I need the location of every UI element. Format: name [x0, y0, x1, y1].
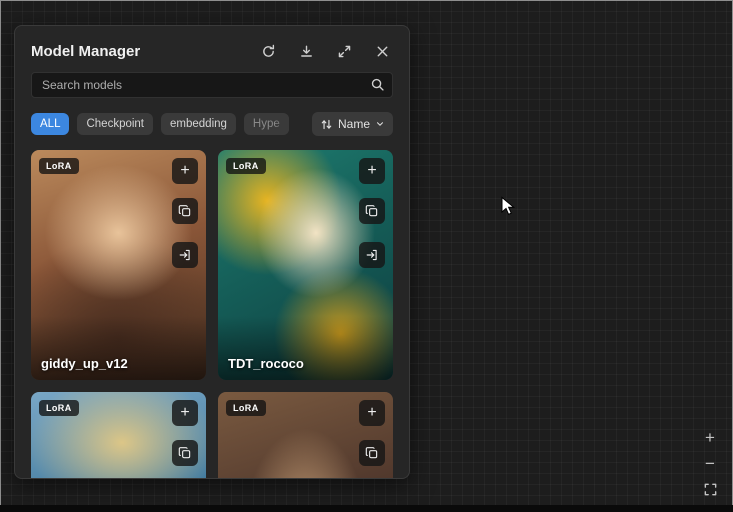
search-input[interactable]	[31, 72, 393, 98]
filter-chip-all[interactable]: ALL	[31, 113, 69, 135]
mouse-cursor	[500, 196, 515, 222]
load-into-workflow-icon[interactable]	[172, 242, 198, 268]
model-type-badge: LoRA	[39, 158, 79, 174]
model-card[interactable]: LoRA +	[31, 392, 206, 479]
filter-chip-hypernetwork[interactable]: Hype	[244, 113, 289, 135]
zoom-in-button[interactable]: +	[699, 426, 721, 448]
load-into-workflow-icon[interactable]	[359, 242, 385, 268]
zoom-out-button[interactable]: −	[699, 452, 721, 474]
add-model-button[interactable]: +	[172, 158, 198, 184]
model-name: TDT_rococo	[228, 356, 304, 371]
model-type-badge: LoRA	[226, 400, 266, 416]
panel-title: Model Manager	[31, 43, 259, 60]
refresh-icon[interactable]	[259, 42, 277, 60]
model-card-giddy-up-v12[interactable]: LoRA + giddy_up_v12	[31, 150, 206, 380]
add-model-button[interactable]: +	[359, 400, 385, 426]
add-model-button[interactable]: +	[172, 400, 198, 426]
filter-chips-row: ALL Checkpoint embedding Hype Name	[31, 112, 393, 136]
search-bar	[31, 72, 393, 98]
model-card-tdt-rococo[interactable]: LoRA + TDT_rococo	[218, 150, 393, 380]
model-type-badge: LoRA	[39, 400, 79, 416]
panel-header: Model Manager	[15, 26, 409, 72]
model-type-badge: LoRA	[226, 158, 266, 174]
chevron-down-icon	[375, 119, 385, 129]
model-manager-panel: Model Manager	[14, 25, 410, 479]
sort-label: Name	[338, 117, 370, 131]
fit-view-icon[interactable]	[699, 478, 721, 500]
expand-icon[interactable]	[335, 42, 353, 60]
copy-icon[interactable]	[359, 198, 385, 224]
copy-icon[interactable]	[172, 440, 198, 466]
sort-icon	[320, 118, 333, 131]
model-card[interactable]: LoRA +	[218, 392, 393, 479]
filter-chip-checkpoint[interactable]: Checkpoint	[77, 113, 153, 135]
download-icon[interactable]	[297, 42, 315, 60]
filter-chip-embedding[interactable]: embedding	[161, 113, 236, 135]
canvas-controls: + −	[699, 426, 721, 500]
add-model-button[interactable]: +	[359, 158, 385, 184]
copy-icon[interactable]	[359, 440, 385, 466]
copy-icon[interactable]	[172, 198, 198, 224]
close-icon[interactable]	[373, 42, 391, 60]
sort-dropdown[interactable]: Name	[312, 112, 393, 136]
model-card-grid: LoRA + giddy_up_v12 LoRA	[31, 150, 393, 479]
panel-header-icons	[259, 42, 391, 60]
window-bottom-edge	[0, 505, 733, 512]
model-name: giddy_up_v12	[41, 356, 128, 371]
search-icon	[370, 77, 385, 97]
canvas-viewport: Model Manager	[0, 0, 733, 512]
